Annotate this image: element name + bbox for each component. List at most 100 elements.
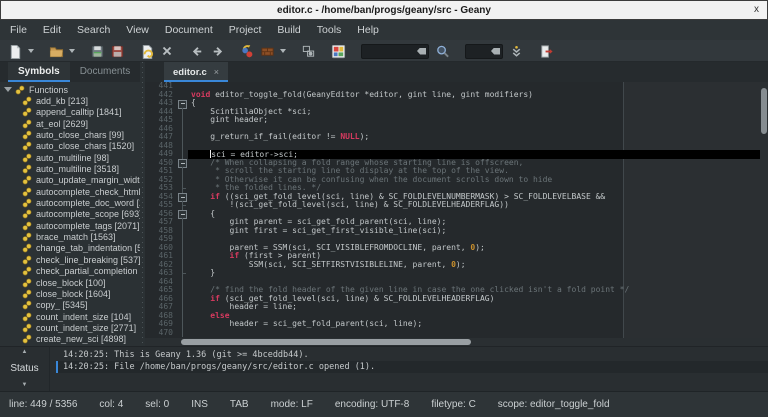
new-document-button[interactable] <box>5 41 25 61</box>
tab-editor-c[interactable]: editor.c × <box>164 62 228 82</box>
code-line[interactable]: 464 <box>145 278 768 287</box>
fold-toggle-icon[interactable] <box>177 210 188 219</box>
code-line[interactable]: 465 /* find the fold header of the given… <box>145 286 768 295</box>
code-line[interactable]: 469 header = sci_get_fold_parent(sci, li… <box>145 320 768 329</box>
color-chooser-button[interactable] <box>328 41 348 61</box>
symbol-tree[interactable]: Functionsadd_kb [213]append_calltip [184… <box>0 82 140 346</box>
menu-tools[interactable]: Tools <box>309 20 350 40</box>
code-line[interactable]: 456 { <box>145 210 768 219</box>
message-list[interactable]: 14:20:25: This is Geany 1.36 (git >= 4bc… <box>50 346 768 391</box>
menu-view[interactable]: View <box>118 20 157 40</box>
goto-entry[interactable] <box>465 44 503 59</box>
symbol-item[interactable]: close_block [1604] <box>0 288 140 299</box>
tab-close-icon[interactable]: × <box>214 67 219 77</box>
symbol-item[interactable]: auto_multiline [98] <box>0 152 140 163</box>
vertical-scrollbar-thumb[interactable] <box>761 88 767 134</box>
code-line[interactable]: 454 if ((sci_get_fold_level(sci, line) &… <box>145 193 768 202</box>
code-line[interactable]: 443{ <box>145 99 768 108</box>
symbol-item[interactable]: auto_close_chars [99] <box>0 129 140 140</box>
code-line[interactable]: 467 header = line; <box>145 303 768 312</box>
goto-line-button[interactable] <box>506 41 526 61</box>
code-line[interactable]: 453 * the folded lines. */ <box>145 184 768 193</box>
symbol-item[interactable]: auto_update_margin_width [989] <box>0 175 140 186</box>
code-line[interactable]: 457 gint parent = sci_get_fold_parent(sc… <box>145 218 768 227</box>
code-line[interactable]: 450 /* When collapsing a fold range whos… <box>145 159 768 168</box>
tab-scroll-down-icon[interactable]: ▼ <box>22 382 28 388</box>
horizontal-scrollbar-thumb[interactable] <box>181 339 471 345</box>
symbol-root-functions[interactable]: Functions <box>0 84 140 95</box>
window-close-button[interactable]: x <box>754 0 759 20</box>
find-button[interactable] <box>432 41 452 61</box>
nav-back-button[interactable] <box>187 41 207 61</box>
symbol-item[interactable]: autocomplete_doc_word [2180] <box>0 197 140 208</box>
tab-symbols[interactable]: Symbols <box>8 62 70 82</box>
new-document-dropdown[interactable] <box>25 41 36 61</box>
menu-build[interactable]: Build <box>269 20 308 40</box>
title-bar[interactable]: editor.c - /home/ban/progs/geany/src - G… <box>0 0 768 20</box>
fold-toggle-icon[interactable] <box>177 193 188 202</box>
symbol-item[interactable]: copy_ [5345] <box>0 300 140 311</box>
line-number[interactable]: 470 <box>145 329 177 338</box>
symbol-item[interactable]: count_indent_size [2771] <box>0 322 140 333</box>
save-button[interactable] <box>87 41 107 61</box>
fold-toggle-icon[interactable] <box>177 159 188 168</box>
code-line[interactable]: 442void editor_toggle_fold(GeanyEditor *… <box>145 91 768 100</box>
code-line[interactable]: 466 if (sci_get_fold_level(sci, line) & … <box>145 295 768 304</box>
code-line[interactable]: 459 <box>145 235 768 244</box>
code-line[interactable]: 460 parent = SSM(sci, SCI_VISIBLEFROMDOC… <box>145 244 768 253</box>
symbol-item[interactable]: close_block [100] <box>0 277 140 288</box>
build-button[interactable] <box>257 41 277 61</box>
symbol-item[interactable]: autocomplete_scope [693] <box>0 209 140 220</box>
search-entry[interactable] <box>361 44 429 59</box>
expander-icon[interactable] <box>4 87 12 92</box>
revert-button[interactable] <box>137 41 157 61</box>
run-button[interactable] <box>298 41 318 61</box>
symbol-item[interactable]: autocomplete_tags [2071] <box>0 220 140 231</box>
code-line[interactable]: 461 if (first > parent) <box>145 252 768 261</box>
code-line[interactable]: 463 } <box>145 269 768 278</box>
tab-documents[interactable]: Documents <box>70 62 141 82</box>
code-line[interactable]: 449 sci = editor->sci; <box>145 150 768 159</box>
menu-document[interactable]: Document <box>157 20 221 40</box>
code-line[interactable]: 448 <box>145 142 768 151</box>
horizontal-scrollbar[interactable] <box>145 338 768 346</box>
menu-project[interactable]: Project <box>221 20 270 40</box>
code-line[interactable]: 447 g_return_if_fail(editor != NULL); <box>145 133 768 142</box>
tab-scroll-up-icon[interactable]: ▲ <box>22 349 28 355</box>
code-line[interactable]: 468 else <box>145 312 768 321</box>
symbol-item[interactable]: autocomplete_check_html [2088] <box>0 186 140 197</box>
code-editor[interactable]: 441442void editor_toggle_fold(GeanyEdito… <box>145 82 768 338</box>
open-file-dropdown[interactable] <box>66 41 77 61</box>
symbol-item[interactable]: add_kb [213] <box>0 95 140 106</box>
symbol-item[interactable]: at_eol [2629] <box>0 118 140 129</box>
vertical-scrollbar[interactable] <box>760 82 768 338</box>
symbol-item[interactable]: auto_close_chars [1520] <box>0 141 140 152</box>
build-dropdown[interactable] <box>277 41 288 61</box>
compile-button[interactable] <box>237 41 257 61</box>
menu-help[interactable]: Help <box>349 20 387 40</box>
tab-status[interactable]: Status <box>10 363 38 374</box>
menu-file[interactable]: File <box>2 20 35 40</box>
symbol-item[interactable]: check_line_breaking [537] <box>0 254 140 265</box>
code-line[interactable]: 451 * scroll the starting line to displa… <box>145 167 768 176</box>
menu-search[interactable]: Search <box>69 20 118 40</box>
code-line[interactable]: 452 * Otherwise it can be confusing when… <box>145 176 768 185</box>
quit-button[interactable] <box>536 41 556 61</box>
symbol-item[interactable]: check_partial_completion [1016] <box>0 266 140 277</box>
code-line[interactable]: 441 <box>145 82 768 91</box>
open-file-button[interactable] <box>46 41 66 61</box>
code-line[interactable]: 445 gint header; <box>145 116 768 125</box>
code-line[interactable]: 470 <box>145 329 768 338</box>
symbol-item[interactable]: count_indent_size [104] <box>0 311 140 322</box>
code-line[interactable]: 462 SSM(sci, SCI_SETFIRSTVISIBLELINE, pa… <box>145 261 768 270</box>
code-line[interactable]: 444 ScintillaObject *sci; <box>145 108 768 117</box>
symbol-item[interactable]: change_tab_indentation [5210] <box>0 243 140 254</box>
symbol-item[interactable]: auto_multiline [3518] <box>0 163 140 174</box>
message-line[interactable]: 14:20:25: File /home/ban/progs/geany/src… <box>56 361 768 373</box>
symbol-item[interactable]: append_calltip [1841] <box>0 107 140 118</box>
save-all-button[interactable] <box>107 41 127 61</box>
fold-toggle-icon[interactable] <box>177 99 188 108</box>
symbol-item[interactable]: create_new_sci [4898] <box>0 334 140 345</box>
close-document-button[interactable] <box>157 41 177 61</box>
code-line[interactable]: 458 gint first = sci_get_first_visible_l… <box>145 227 768 236</box>
